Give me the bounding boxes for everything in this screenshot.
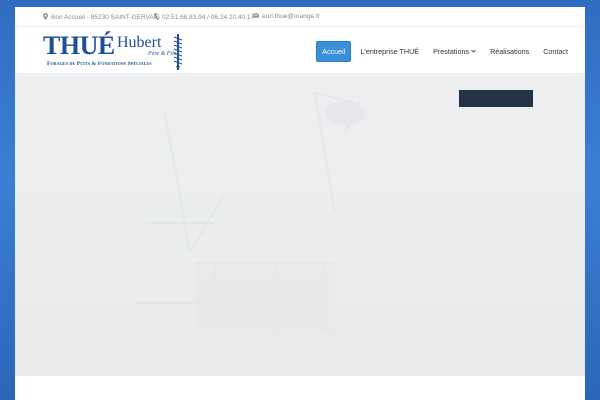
page-frame: Bon Accueil - 85230 SAINT-GERVAIS 02.51.… [15,7,585,400]
email-info: eurl.thue@orange.fr [252,13,320,20]
hero-background-image [135,92,365,334]
nav-label-prestations: Prestations [433,47,470,56]
nav-label-accueil: Accueil [322,47,346,56]
nav-item-entreprise[interactable]: L'entreprise THUÉ [355,42,424,61]
nav-label-contact: Contact [543,47,568,56]
logo-tagline: Forages de Puits & Fondations Spéciales [47,61,152,67]
slide-caption-box [459,90,533,107]
drill-icon [173,34,183,75]
chevron-down-icon [471,49,476,55]
phone-info: 02.51.68.83.94 / 06.24.20.40.17 [154,13,254,22]
logo-subtitle: Père & Fils [148,51,177,57]
address-info: Bon Accueil - 85230 SAINT-GERVAIS [43,13,160,22]
map-pin-icon [43,13,48,22]
content-strip [15,375,585,400]
nav-label-entreprise: L'entreprise THUÉ [360,47,420,56]
hero-slider[interactable] [15,73,585,375]
nav-item-prestations[interactable]: Prestations [428,42,481,61]
envelope-icon [252,13,260,20]
address-text: Bon Accueil - 85230 SAINT-GERVAIS [51,14,160,21]
main-navigation: Accueil L'entreprise THUÉ Prestations Ré… [312,41,573,62]
nav-item-accueil[interactable]: Accueil [316,41,352,62]
nav-item-realisations[interactable]: Réalisations [485,42,534,61]
email-text[interactable]: eurl.thue@orange.fr [262,13,320,20]
logo-brand: THUÉ [43,31,115,60]
top-info-bar: Bon Accueil - 85230 SAINT-GERVAIS 02.51.… [15,7,585,27]
phone-text[interactable]: 02.51.68.83.94 / 06.24.20.40.17 [162,14,254,21]
phone-icon [154,13,159,22]
site-logo[interactable]: THUÉ Hubert Père & Fils Forages de Puits… [43,32,185,70]
nav-label-realisations: Réalisations [490,47,530,56]
logo-name: Hubert [117,34,162,51]
site-header: THUÉ Hubert Père & Fils Forages de Puits… [15,27,585,73]
nav-item-contact[interactable]: Contact [538,42,573,61]
